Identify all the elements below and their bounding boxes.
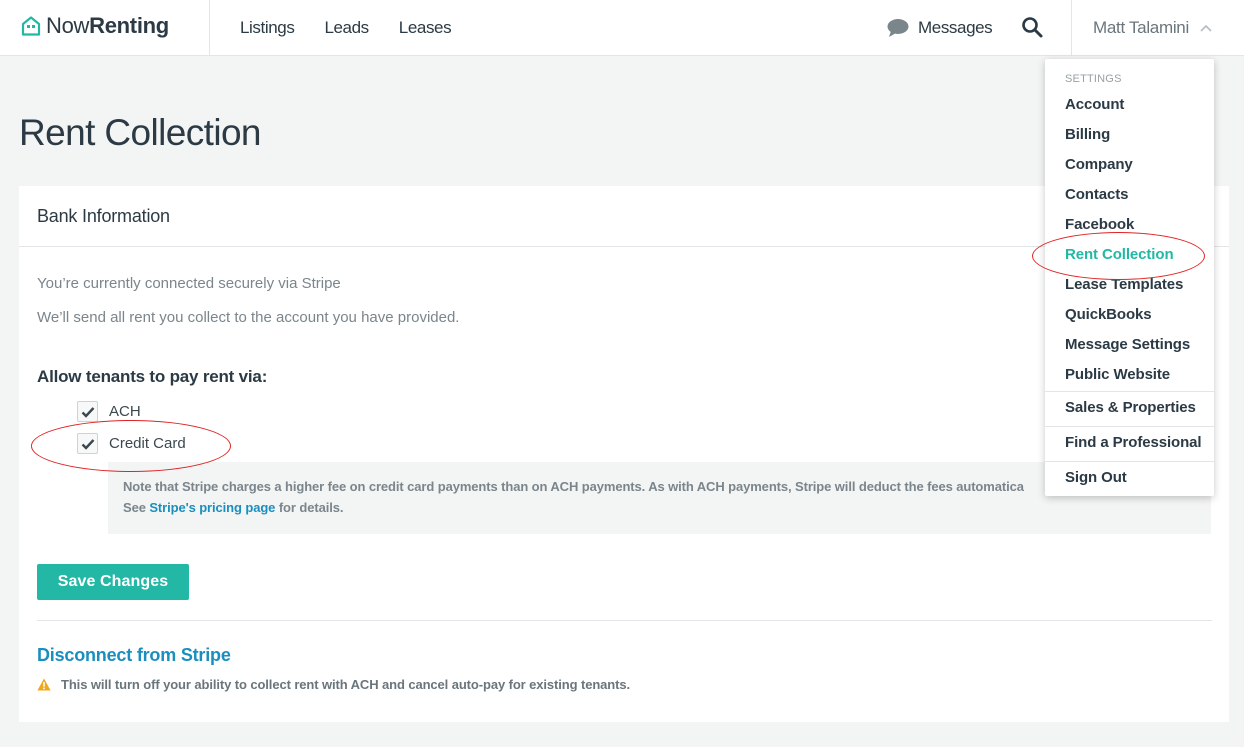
- disconnect-stripe-link[interactable]: Disconnect from Stripe: [37, 645, 231, 666]
- user-name: Matt Talamini: [1093, 18, 1189, 37]
- payout-info-text: We’ll send all rent you collect to the a…: [37, 309, 460, 326]
- menu-item-account[interactable]: Account: [1065, 96, 1124, 113]
- dropdown-heading: SETTINGS: [1065, 73, 1122, 85]
- nowrenting-logo[interactable]: NowRenting: [20, 13, 169, 39]
- credit-card-label: Credit Card: [109, 435, 186, 452]
- settings-dropdown-menu: SETTINGS Account Billing Company Contact…: [1045, 59, 1214, 496]
- brand-name: NowRenting: [46, 13, 169, 38]
- menu-divider: [1045, 426, 1214, 427]
- header-divider-user: [1071, 0, 1072, 56]
- menu-item-public-website[interactable]: Public Website: [1065, 366, 1170, 383]
- payment-methods-label: Allow tenants to pay rent via:: [37, 367, 268, 386]
- page-title: Rent Collection: [19, 112, 262, 153]
- menu-divider: [1045, 391, 1214, 392]
- save-changes-button[interactable]: Save Changes: [37, 564, 189, 600]
- menu-item-facebook[interactable]: Facebook: [1065, 216, 1134, 233]
- chat-bubble-icon: [887, 19, 909, 37]
- nav-listings[interactable]: Listings: [240, 18, 295, 38]
- menu-item-lease-templates[interactable]: Lease Templates: [1065, 276, 1183, 293]
- header-divider: [209, 0, 210, 56]
- stripe-pricing-link[interactable]: Stripe's pricing page: [149, 500, 275, 515]
- credit-card-checkbox[interactable]: [77, 433, 98, 454]
- menu-item-quickbooks[interactable]: QuickBooks: [1065, 306, 1152, 323]
- connection-status-text: You’re currently connected securely via …: [37, 275, 341, 292]
- chevron-up-icon: [1200, 24, 1212, 32]
- menu-item-sign-out[interactable]: Sign Out: [1065, 469, 1127, 486]
- disconnect-warning: This will turn off your ability to colle…: [37, 677, 630, 692]
- menu-item-contacts[interactable]: Contacts: [1065, 186, 1128, 203]
- main-nav: Listings Leads Leases: [240, 0, 452, 56]
- credit-card-option[interactable]: Credit Card: [77, 433, 186, 454]
- nav-leads[interactable]: Leads: [324, 18, 369, 38]
- menu-item-find-professional[interactable]: Find a Professional: [1065, 434, 1202, 451]
- card-title: Bank Information: [37, 205, 170, 226]
- search-button[interactable]: [1020, 15, 1044, 39]
- menu-item-message-settings[interactable]: Message Settings: [1065, 336, 1190, 353]
- checkmark-icon: [81, 438, 94, 450]
- ach-label: ACH: [109, 403, 141, 420]
- warning-icon: [37, 678, 51, 691]
- note-line-2: See Stripe's pricing page for details.: [123, 500, 344, 515]
- menu-item-billing[interactable]: Billing: [1065, 126, 1110, 143]
- menu-divider: [1045, 461, 1214, 462]
- search-icon: [1022, 17, 1043, 38]
- menu-item-sales-properties[interactable]: Sales & Properties: [1065, 399, 1196, 416]
- house-logo-icon: [21, 16, 41, 36]
- checkmark-icon: [81, 406, 94, 418]
- menu-item-company[interactable]: Company: [1065, 156, 1133, 173]
- ach-option[interactable]: ACH: [77, 401, 141, 422]
- warning-text: This will turn off your ability to colle…: [61, 677, 631, 692]
- menu-item-rent-collection[interactable]: Rent Collection: [1065, 246, 1174, 263]
- user-menu-toggle[interactable]: Matt Talamini: [1093, 0, 1213, 56]
- section-divider: [37, 620, 1212, 621]
- messages-link[interactable]: Messages: [886, 0, 993, 56]
- messages-label: Messages: [918, 18, 993, 37]
- nav-leases[interactable]: Leases: [399, 18, 452, 38]
- top-navigation-bar: NowRenting Listings Leads Leases Message…: [0, 0, 1244, 56]
- ach-checkbox[interactable]: [77, 401, 98, 422]
